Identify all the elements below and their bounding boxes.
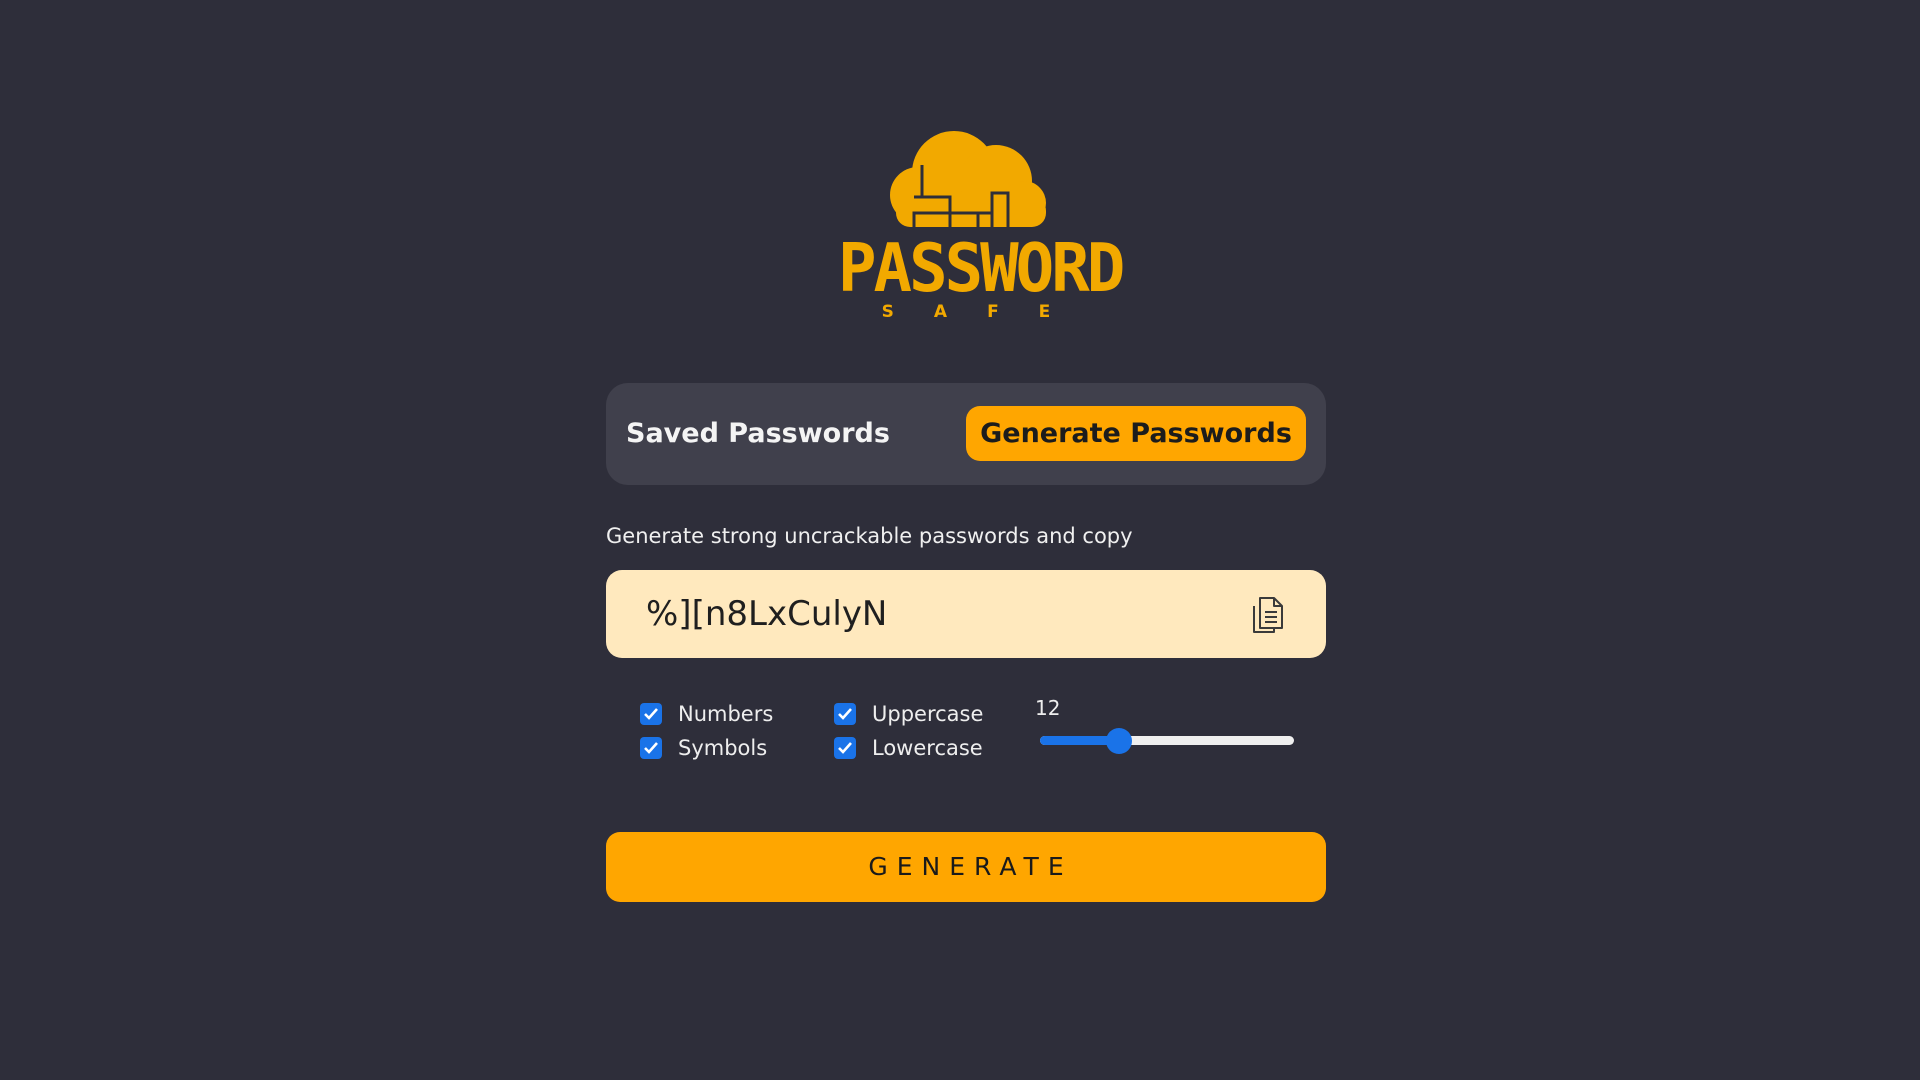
checkmark-icon bbox=[838, 708, 852, 720]
generate-button[interactable]: GENERATE bbox=[606, 832, 1326, 902]
numbers-label: Numbers bbox=[678, 702, 774, 726]
uppercase-checkbox[interactable] bbox=[834, 703, 856, 725]
password-output-field bbox=[606, 570, 1326, 658]
tab-saved-passwords[interactable]: Saved Passwords bbox=[626, 406, 890, 461]
checkmark-icon bbox=[838, 742, 852, 754]
cloud-lock-icon bbox=[890, 131, 1046, 229]
numbers-checkbox[interactable] bbox=[640, 703, 662, 725]
password-output-input[interactable] bbox=[646, 570, 1206, 658]
slider-thumb[interactable] bbox=[1106, 728, 1132, 754]
option-lowercase[interactable]: Lowercase bbox=[834, 733, 983, 763]
length-value: 12 bbox=[1035, 696, 1061, 720]
description-text: Generate strong uncrackable passwords an… bbox=[606, 524, 1133, 548]
logo-subtitle: SAFE bbox=[881, 302, 1091, 322]
symbols-label: Symbols bbox=[678, 736, 768, 760]
copy-icon bbox=[1253, 597, 1283, 633]
logo-wordmark: PASSWORD bbox=[838, 230, 1125, 308]
option-symbols[interactable]: Symbols bbox=[640, 733, 767, 763]
tab-bar: Saved Passwords Generate Passwords bbox=[606, 383, 1326, 485]
copy-button[interactable] bbox=[1246, 594, 1288, 636]
uppercase-label: Uppercase bbox=[872, 702, 984, 726]
length-slider[interactable] bbox=[1040, 728, 1294, 754]
checkmark-icon bbox=[644, 742, 658, 754]
symbols-checkbox[interactable] bbox=[640, 737, 662, 759]
lowercase-label: Lowercase bbox=[872, 736, 983, 760]
checkmark-icon bbox=[644, 708, 658, 720]
password-safe-logo: PASSWORD SAFE bbox=[838, 125, 1125, 325]
option-uppercase[interactable]: Uppercase bbox=[834, 699, 983, 729]
password-generator-page: PASSWORD SAFE Saved Passwords Generate P… bbox=[0, 0, 1920, 1080]
lowercase-checkbox[interactable] bbox=[834, 737, 856, 759]
option-numbers[interactable]: Numbers bbox=[640, 699, 773, 729]
tab-generate-passwords[interactable]: Generate Passwords bbox=[966, 406, 1306, 461]
